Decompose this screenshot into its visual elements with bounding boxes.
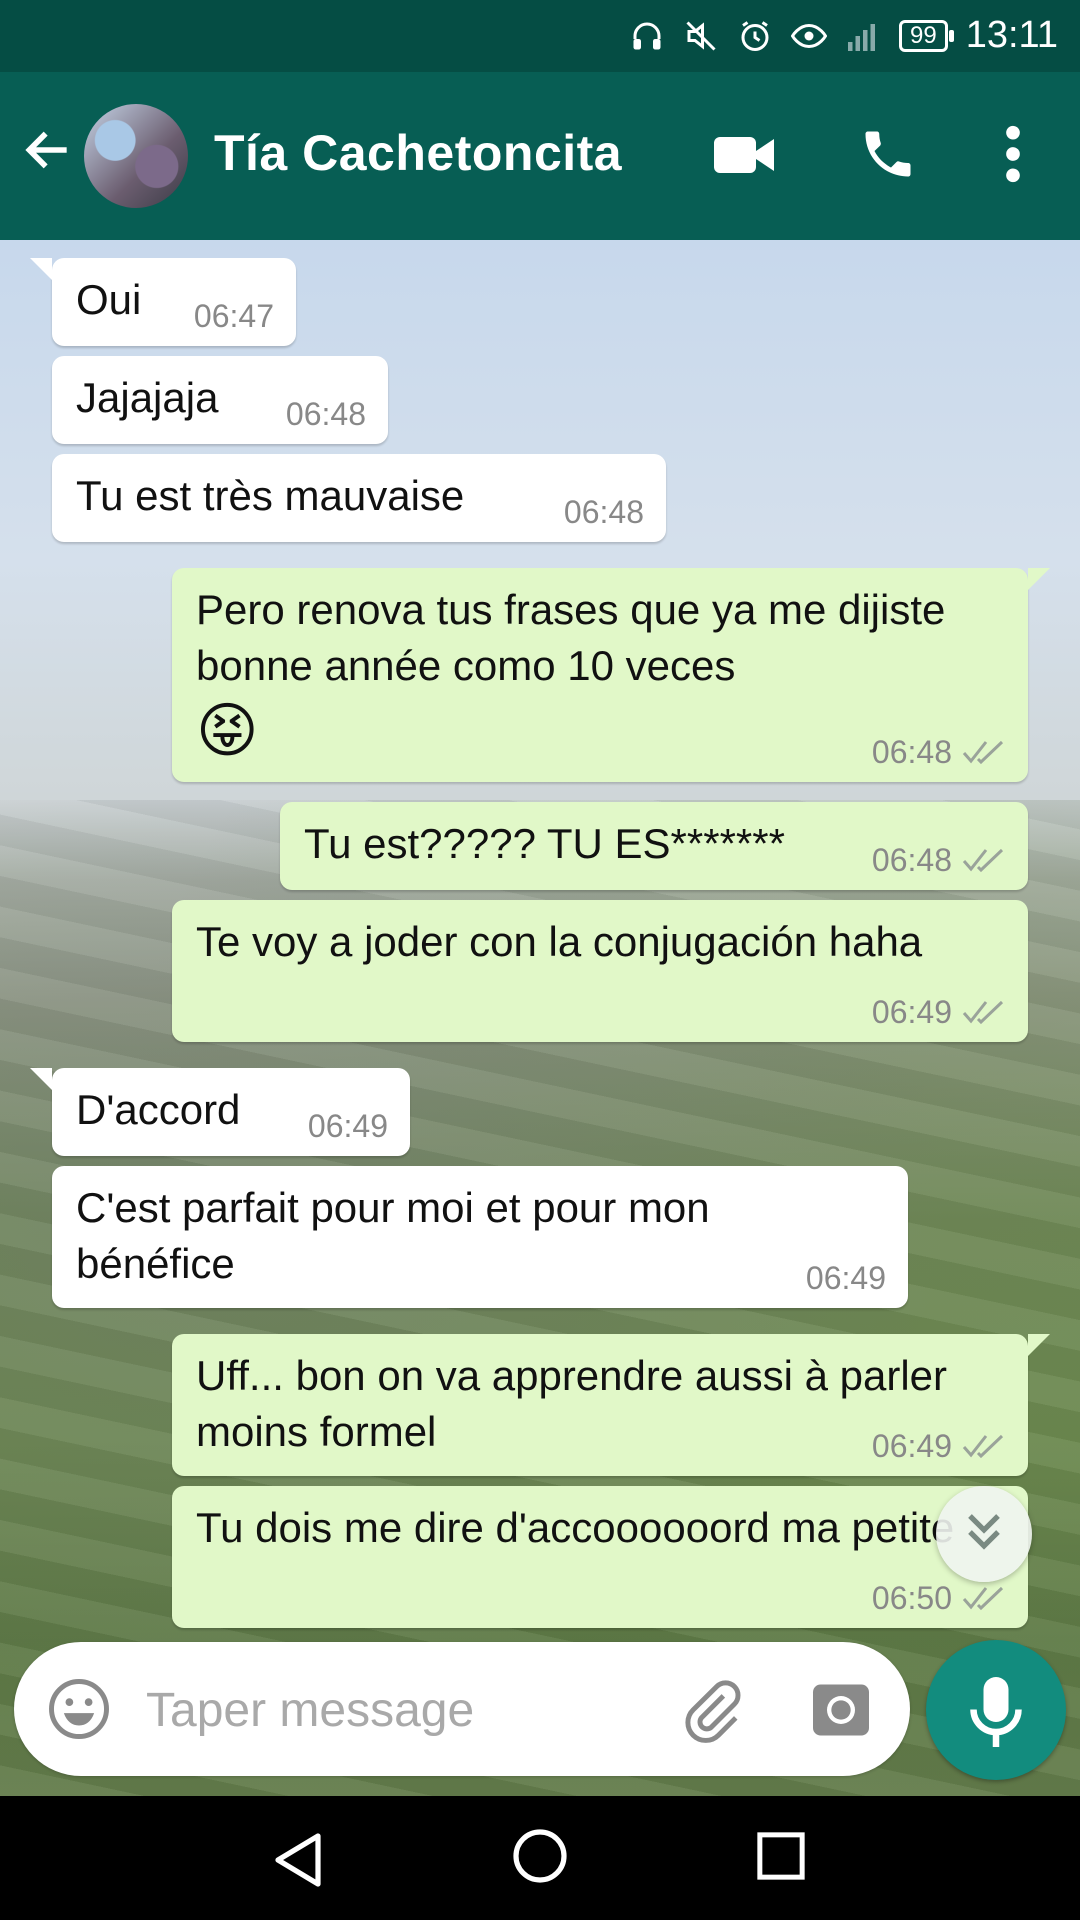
outgoing-message[interactable]: Uff... bon on va apprendre aussi à parle… [172,1334,1050,1476]
message-time: 06:48 [872,736,1006,768]
status-icons: 99 13:11 [629,14,1058,57]
incoming-message[interactable]: Oui 06:47 [30,258,296,346]
message-text: Pero renova tus frases que ya me dijiste… [196,586,946,689]
contact-name[interactable]: Tía Cachetoncita [214,124,622,182]
read-ticks-icon [962,1000,1004,1025]
paperclip-icon[interactable] [678,1678,744,1744]
signal-icon [848,23,876,51]
message-time: 06:49 [806,1262,886,1294]
message-time: 06:48 [564,496,644,528]
message-text: Tu est très mauvaise [76,472,465,519]
message-time: 06:48 [286,398,366,430]
message-time: 06:47 [194,300,274,332]
scroll-to-bottom-button[interactable] [936,1486,1032,1582]
incoming-message[interactable]: C'est parfait pour moi et pour mon bénéf… [52,1166,908,1308]
message-timestamp: 06:48 [563,494,644,530]
message-input[interactable] [144,1672,648,1748]
read-ticks-icon [962,740,1004,765]
message-time: 06:49 [308,1110,388,1142]
nav-recent-apps-icon[interactable] [756,1830,806,1882]
camera-icon[interactable] [810,1682,872,1738]
mute-icon [686,20,716,51]
message-timestamp: 06:47 [193,298,274,334]
message-timestamp: 06:49 [307,1108,388,1144]
outgoing-message[interactable]: Te voy a joder con la conjugación haha 0… [172,900,1028,1042]
message-timestamp: 06:49 [871,1428,952,1464]
message-composer [14,1642,910,1776]
voice-message-button[interactable] [926,1640,1066,1780]
message-text: Te voy a joder con la conjugación haha [196,918,923,965]
nav-back-icon[interactable] [272,1832,324,1888]
message-timestamp: 06:49 [871,994,952,1030]
message-text: C'est parfait pour moi et pour mon bénéf… [76,1184,710,1287]
emoji-icon[interactable] [46,1676,112,1742]
headset-icon [633,22,661,49]
outgoing-message[interactable]: Pero renova tus frases que ya me dijiste… [172,568,1050,782]
status-bar: 99 13:11 [0,0,1080,72]
incoming-message[interactable]: D'accord 06:49 [30,1068,410,1156]
alarm-icon [741,20,769,51]
incoming-message[interactable]: Jajajaja 06:48 [52,356,388,444]
outgoing-message[interactable]: Tu est????? TU ES******* 06:48 [280,802,1028,890]
video-call-icon[interactable] [712,130,776,180]
message-time: 06:49 [872,996,1006,1028]
status-time: 13:11 [965,14,1058,56]
chat-area[interactable]: Oui 06:47 Jajajaja 06:48 Tu est très mau… [0,240,1080,1796]
nav-home-icon[interactable] [512,1828,568,1884]
message-text: Tu dois me dire d'accoooooord ma petite [196,1504,955,1551]
system-nav-bar [0,1796,1080,1920]
outgoing-message[interactable]: Tu dois me dire d'accoooooord ma petite … [172,1486,1028,1628]
microphone-icon [970,1677,1022,1747]
message-time: 06:49 [872,1430,1006,1462]
message-timestamp: 06:48 [871,842,952,878]
double-chevron-down-icon [968,1514,1000,1550]
message-time: 06:48 [872,844,1006,876]
read-ticks-icon [962,848,1004,873]
more-options-icon[interactable] [998,122,1028,186]
battery-indicator: 99 [899,19,954,52]
phone-call-icon[interactable] [858,124,918,184]
read-ticks-icon [962,1434,1004,1459]
contact-avatar[interactable] [84,104,188,208]
message-timestamp: 06:50 [871,1580,952,1616]
incoming-message[interactable]: Tu est très mauvaise 06:48 [52,454,666,542]
chat-header: Tía Cachetoncita [0,72,1080,240]
message-timestamp: 06:49 [805,1260,886,1296]
message-timestamp: 06:48 [285,396,366,432]
message-text: Uff... bon on va apprendre aussi à parle… [196,1352,948,1455]
eye-icon [791,23,828,48]
back-arrow-icon[interactable] [20,122,76,178]
message-time: 06:50 [872,1582,1006,1614]
message-timestamp: 06:48 [871,734,952,770]
read-ticks-icon [962,1586,1004,1611]
